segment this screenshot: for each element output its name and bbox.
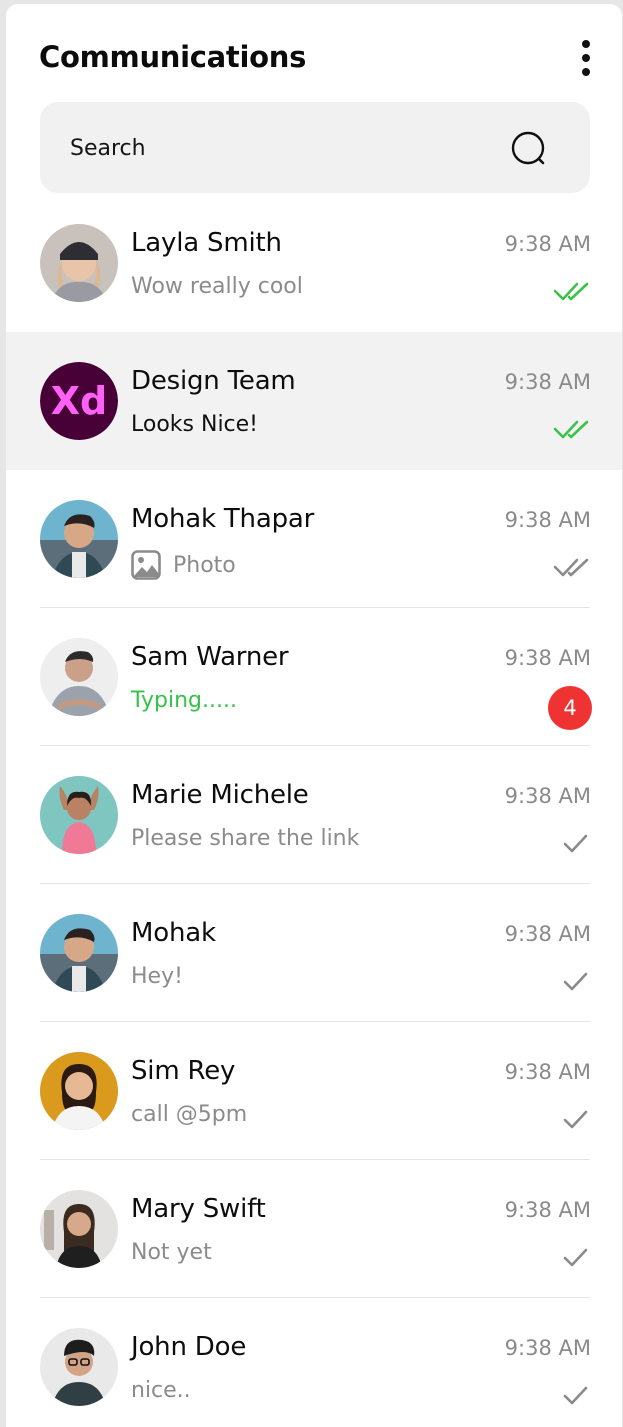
conversation-list: Layla Smith 9:38 AM Wow really cool Xd D…	[6, 194, 622, 1427]
typing-indicator: Typing.....	[131, 688, 237, 713]
message-preview: Wow really cool	[131, 274, 303, 299]
avatar	[40, 1190, 118, 1268]
check-icon	[563, 972, 588, 991]
message-preview: call @5pm	[131, 1102, 248, 1127]
contact-name: Mohak	[131, 918, 216, 948]
contact-name: Marie Michele	[131, 780, 309, 810]
message-time: 9:38 AM	[504, 1336, 591, 1360]
message-preview: Not yet	[131, 1240, 212, 1265]
message-preview: Photo	[131, 550, 236, 580]
message-preview: Looks Nice!	[131, 412, 259, 437]
conversation-row[interactable]: Mary Swift 9:38 AM Not yet	[6, 1160, 622, 1298]
contact-name: Sam Warner	[131, 642, 289, 672]
contact-name: Design Team	[131, 366, 296, 396]
header: Communications	[6, 4, 622, 104]
communications-panel: Communications Search Layla Smith 9:38 A…	[6, 4, 622, 1427]
contact-name: John Doe	[131, 1332, 247, 1362]
search-icon[interactable]	[510, 130, 550, 170]
message-preview: nice..	[131, 1378, 191, 1403]
message-time: 9:38 AM	[504, 784, 591, 808]
more-options-icon[interactable]	[572, 40, 600, 82]
conversation-row[interactable]: Mohak 9:38 AM Hey!	[6, 884, 622, 1022]
conversation-row-selected[interactable]: Xd Design Team 9:38 AM Looks Nice!	[6, 332, 622, 470]
message-time: 9:38 AM	[504, 1198, 591, 1222]
message-preview: Hey!	[131, 964, 183, 989]
message-time: 9:38 AM	[504, 1060, 591, 1084]
photo-icon	[131, 550, 161, 580]
conversation-row[interactable]: John Doe 9:38 AM nice..	[6, 1298, 622, 1427]
message-time: 9:38 AM	[504, 508, 591, 532]
conversation-row[interactable]: Layla Smith 9:38 AM Wow really cool	[6, 194, 622, 332]
contact-name: Sim Rey	[131, 1056, 236, 1086]
message-time: 9:38 AM	[504, 370, 591, 394]
avatar	[40, 500, 118, 578]
avatar	[40, 1328, 118, 1406]
check-icon	[563, 1110, 588, 1129]
contact-name: Mohak Thapar	[131, 504, 315, 534]
conversation-row[interactable]: Sam Warner 9:38 AM Typing..... 4	[6, 608, 622, 746]
double-check-icon	[553, 558, 589, 577]
double-check-icon	[553, 420, 589, 439]
avatar	[40, 638, 118, 716]
search-bar	[40, 102, 590, 193]
avatar	[40, 776, 118, 854]
message-time: 9:38 AM	[504, 922, 591, 946]
avatar	[40, 914, 118, 992]
page-title: Communications	[39, 40, 307, 74]
message-time: 9:38 AM	[504, 646, 591, 670]
message-preview-text: Photo	[173, 552, 236, 578]
avatar	[40, 1052, 118, 1130]
conversation-row[interactable]: Marie Michele 9:38 AM Please share the l…	[6, 746, 622, 884]
conversation-row[interactable]: Mohak Thapar 9:38 AM Photo	[6, 470, 622, 608]
message-time: 9:38 AM	[504, 232, 591, 256]
unread-count-badge: 4	[548, 686, 592, 730]
contact-name: Mary Swift	[131, 1194, 266, 1224]
check-icon	[563, 1248, 588, 1267]
double-check-icon	[553, 282, 589, 301]
conversation-row[interactable]: Sim Rey 9:38 AM call @5pm	[6, 1022, 622, 1160]
xd-logo-avatar: Xd	[40, 362, 118, 440]
message-preview: Please share the link	[131, 826, 360, 851]
svg-text:Xd: Xd	[51, 379, 108, 423]
search-input[interactable]	[70, 133, 490, 163]
check-icon	[563, 1386, 588, 1405]
check-icon	[563, 834, 588, 853]
avatar	[40, 224, 118, 302]
contact-name: Layla Smith	[131, 228, 282, 258]
